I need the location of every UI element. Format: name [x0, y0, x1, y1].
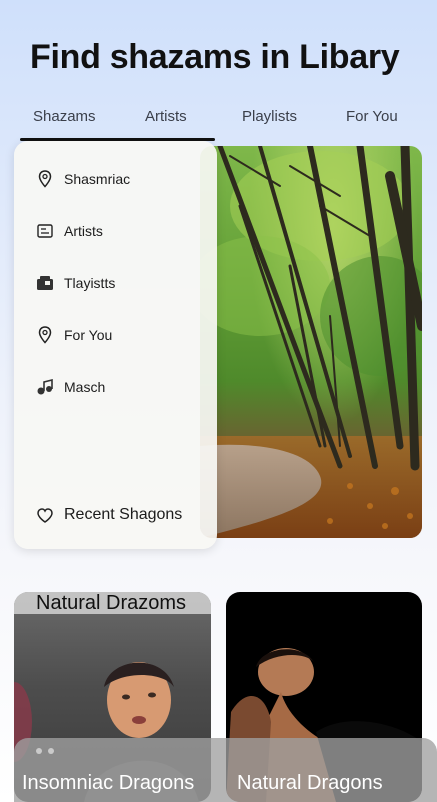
- tab-bar: Shazams Artists Playlists For You: [0, 108, 437, 130]
- tab-shazams[interactable]: Shazams: [33, 108, 96, 125]
- heart-icon: [36, 506, 54, 524]
- card-title-left: Insomniac Dragons: [22, 772, 195, 794]
- location-pin-icon: [36, 326, 54, 344]
- page-dot[interactable]: [36, 748, 42, 754]
- page-title: Find shazams in Libary: [30, 38, 400, 76]
- tab-playlists[interactable]: Playlists: [242, 108, 297, 125]
- menu-item-label: For You: [64, 327, 113, 343]
- location-pin-icon: [36, 170, 54, 188]
- card-title-right: Natural Dragons: [237, 772, 383, 794]
- menu-item-shasmriac[interactable]: Shasmriac: [36, 167, 130, 191]
- menu-item-recent[interactable]: Recent Shagons: [36, 503, 182, 527]
- page-dot[interactable]: [48, 748, 54, 754]
- page-dots: [36, 748, 54, 754]
- menu-item-label: Shasmriac: [64, 171, 131, 187]
- music-note-icon: [36, 378, 54, 396]
- playlist-icon: [36, 274, 54, 292]
- menu-item-label: Tlayistts: [64, 275, 116, 291]
- bottom-card-label-bar: Insomniac Dragons Natural Dragons: [14, 738, 437, 802]
- menu-item-tlayistts[interactable]: Tlayistts: [36, 271, 115, 295]
- library-side-menu: Shasmriac Artists Tlayistts For You Masc…: [14, 141, 217, 549]
- menu-item-artists[interactable]: Artists: [36, 219, 103, 243]
- menu-item-masch[interactable]: Masch: [36, 375, 105, 399]
- tab-artists[interactable]: Artists: [145, 108, 187, 125]
- menu-item-label: Recent Shagons: [64, 506, 183, 523]
- tab-for-you[interactable]: For You: [346, 108, 398, 125]
- artist-card-icon: [36, 222, 54, 240]
- forest-illustration: [200, 146, 422, 538]
- forest-photo[interactable]: [200, 146, 422, 538]
- menu-item-label: Masch: [64, 379, 106, 395]
- menu-item-for-you[interactable]: For You: [36, 323, 112, 347]
- menu-item-label: Artists: [64, 223, 103, 239]
